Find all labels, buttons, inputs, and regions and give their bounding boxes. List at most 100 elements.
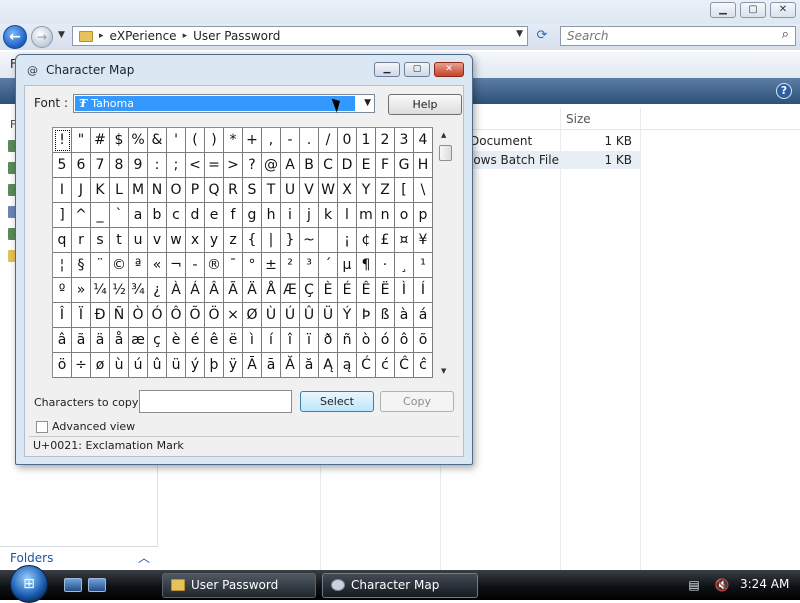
character-cell[interactable]: Æ	[281, 278, 300, 303]
character-cell[interactable]: ß	[376, 303, 395, 328]
character-cell[interactable]: >	[224, 153, 243, 178]
character-cell[interactable]: x	[186, 228, 205, 253]
character-cell[interactable]: ù	[110, 353, 129, 378]
character-cell[interactable]: ª	[129, 253, 148, 278]
character-cell[interactable]: Ú	[281, 303, 300, 328]
character-cell[interactable]: ¤	[395, 228, 414, 253]
column-divider[interactable]	[640, 108, 641, 570]
character-cell[interactable]: -	[186, 253, 205, 278]
character-cell[interactable]: ¶	[357, 253, 376, 278]
character-cell[interactable]: é	[186, 328, 205, 353]
character-cell[interactable]: '	[167, 128, 186, 153]
character-cell[interactable]: I	[53, 178, 72, 203]
character-cell[interactable]: ¿	[148, 278, 167, 303]
character-cell[interactable]: ë	[224, 328, 243, 353]
character-cell[interactable]: ü	[167, 353, 186, 378]
character-cell[interactable]: H	[414, 153, 433, 178]
character-cell[interactable]: i	[281, 203, 300, 228]
character-cell[interactable]: 9	[129, 153, 148, 178]
character-cell[interactable]: â	[53, 328, 72, 353]
character-cell[interactable]: "	[72, 128, 91, 153]
character-cell[interactable]: T	[262, 178, 281, 203]
character-cell[interactable]: Ð	[91, 303, 110, 328]
taskbar-clock[interactable]: 3:24 AM	[740, 577, 789, 591]
character-cell[interactable]: Ą	[319, 353, 338, 378]
character-cell[interactable]: ¥	[414, 228, 433, 253]
character-cell[interactable]: o	[395, 203, 414, 228]
character-cell[interactable]: õ	[414, 328, 433, 353]
back-arrow-icon[interactable]: ←	[3, 25, 27, 49]
character-cell[interactable]: s	[91, 228, 110, 253]
character-cell[interactable]: ;	[167, 153, 186, 178]
scroll-up-icon[interactable]: ▲	[441, 131, 446, 139]
character-cell[interactable]: î	[281, 328, 300, 353]
character-cell[interactable]: n	[376, 203, 395, 228]
character-cell[interactable]: $	[110, 128, 129, 153]
character-cell[interactable]: Ê	[357, 278, 376, 303]
character-cell[interactable]: ý	[186, 353, 205, 378]
character-cell[interactable]: ą	[338, 353, 357, 378]
character-cell[interactable]: Ø	[243, 303, 262, 328]
character-cell[interactable]: É	[338, 278, 357, 303]
character-cell[interactable]: º	[53, 278, 72, 303]
character-cell[interactable]: Ý	[338, 303, 357, 328]
character-cell[interactable]: 3	[395, 128, 414, 153]
character-cell[interactable]: ]	[53, 203, 72, 228]
address-bar[interactable]: ▸ eXPerience ▸ User Password ▼	[72, 26, 528, 46]
character-cell[interactable]: £	[376, 228, 395, 253]
character-cell[interactable]: Î	[53, 303, 72, 328]
character-cell[interactable]: ·	[376, 253, 395, 278]
character-cell[interactable]: q	[53, 228, 72, 253]
chevron-down-icon[interactable]: ▼	[364, 98, 371, 108]
character-cell[interactable]: ^	[72, 203, 91, 228]
character-cell[interactable]: z	[224, 228, 243, 253]
character-cell[interactable]: ă	[300, 353, 319, 378]
character-cell[interactable]: Ï	[72, 303, 91, 328]
character-cell[interactable]: Ó	[148, 303, 167, 328]
character-cell[interactable]: d	[186, 203, 205, 228]
advanced-view-label[interactable]: Advanced view	[52, 420, 135, 433]
character-cell[interactable]: E	[357, 153, 376, 178]
character-cell[interactable]: ¼	[91, 278, 110, 303]
character-cell[interactable]: 5	[53, 153, 72, 178]
character-cell[interactable]: Ô	[167, 303, 186, 328]
character-cell[interactable]: N	[148, 178, 167, 203]
character-cell[interactable]: F	[376, 153, 395, 178]
scroll-down-icon[interactable]: ▼	[441, 367, 446, 375]
character-cell[interactable]: e	[205, 203, 224, 228]
character-cell[interactable]: à	[395, 303, 414, 328]
character-cell[interactable]: 1	[357, 128, 376, 153]
help-icon[interactable]: ?	[776, 83, 792, 99]
character-grid-cells[interactable]: ! " # $% & '() * +, -./0 1 2 3 4 5 6 7 8 9:; < = >? @ A B C D E F G H…	[53, 128, 433, 378]
character-cell[interactable]: ¸	[395, 253, 414, 278]
character-cell[interactable]: p	[414, 203, 433, 228]
character-cell[interactable]: ĉ	[414, 353, 433, 378]
character-cell[interactable]: í	[262, 328, 281, 353]
character-cell[interactable]: «	[148, 253, 167, 278]
character-cell[interactable]: °	[243, 253, 262, 278]
character-cell[interactable]: C	[319, 153, 338, 178]
breadcrumb-item[interactable]: User Password	[193, 29, 280, 43]
character-cell[interactable]: 7	[91, 153, 110, 178]
character-cell[interactable]: û	[148, 353, 167, 378]
character-cell[interactable]: a	[129, 203, 148, 228]
character-cell[interactable]: 4	[414, 128, 433, 153]
character-cell[interactable]: Ñ	[110, 303, 129, 328]
character-cell[interactable]: M	[129, 178, 148, 203]
character-cell[interactable]: ²	[281, 253, 300, 278]
character-cell[interactable]: B	[300, 153, 319, 178]
character-cell[interactable]: R	[224, 178, 243, 203]
character-cell[interactable]: ¬	[167, 253, 186, 278]
character-cell[interactable]: ¡	[338, 228, 357, 253]
column-divider[interactable]	[560, 108, 561, 570]
character-cell[interactable]: È	[319, 278, 338, 303]
character-cell[interactable]: j	[300, 203, 319, 228]
character-cell[interactable]: ö	[53, 353, 72, 378]
breadcrumb-separator-icon[interactable]: ▸	[183, 31, 188, 41]
character-cell[interactable]: D	[338, 153, 357, 178]
character-cell[interactable]: G	[395, 153, 414, 178]
character-cell[interactable]: ´	[319, 253, 338, 278]
character-cell[interactable]: µ	[338, 253, 357, 278]
character-cell[interactable]: ¾	[129, 278, 148, 303]
character-cell[interactable]: ©	[110, 253, 129, 278]
